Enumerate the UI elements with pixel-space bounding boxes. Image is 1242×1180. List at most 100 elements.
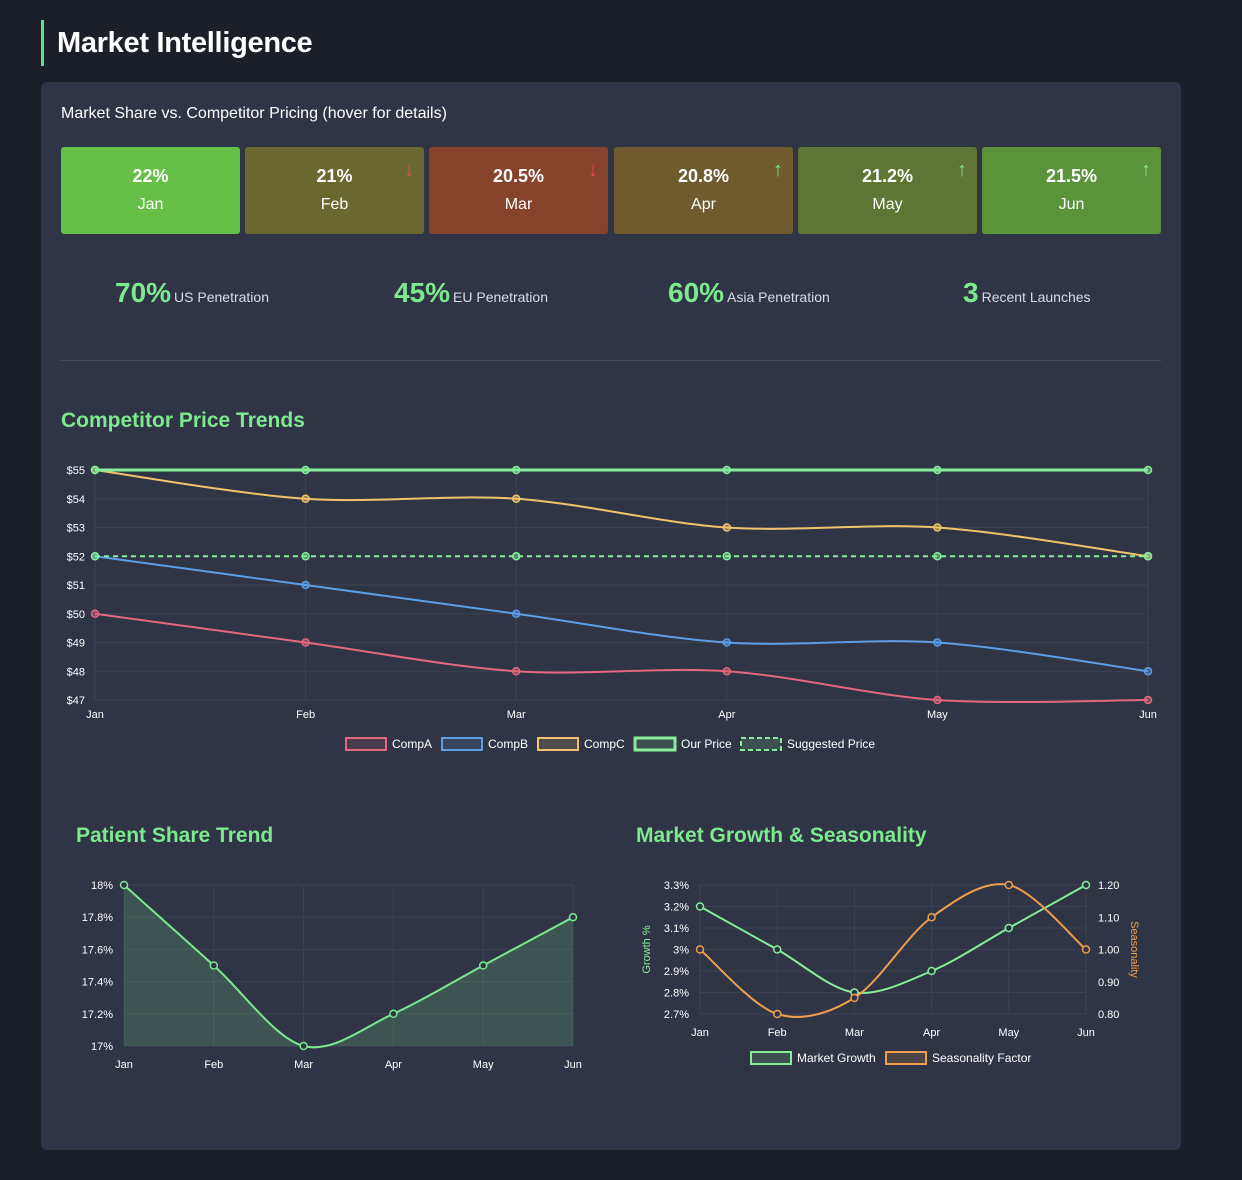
page-header: Market Intelligence [41,20,313,66]
x-tick-label: Jan [86,709,104,721]
data-point [850,993,859,1003]
y-tick-label: 2.7% [664,1009,689,1021]
data-point [389,1009,398,1019]
legend-label: CompB [488,737,528,751]
legend-item[interactable] [885,1051,927,1065]
market-growth-chart [695,880,1091,1065]
x-tick-label: Jan [691,1027,709,1039]
y-tick-label: $51 [67,580,85,592]
x-tick-label: Apr [718,709,735,721]
data-point [1143,695,1153,705]
patient-share-chart [119,880,578,1051]
series-line [699,884,1087,995]
legend-item[interactable] [345,737,387,751]
x-tick-label: Feb [296,709,315,721]
data-point [722,552,732,561]
legend-item[interactable] [633,736,677,752]
y-tick-label: 3% [673,945,689,957]
y-axis-label: Growth % [641,925,653,974]
data-point [568,912,578,922]
charts-canvas[interactable]: $55$54$53$52$51$50$49$48$47Jan Feb Mar Apr M… [41,82,1181,1150]
x-tick-label: Mar [845,1027,864,1039]
y-tick-label: $54 [67,494,85,506]
series-line [94,469,1149,558]
x-tick-label: Jan [115,1059,133,1071]
data-point [511,494,521,503]
data-point [933,552,942,561]
legend-label: CompA [392,737,432,751]
series-line [94,612,1149,704]
data-point [301,494,310,503]
data-point [722,523,732,532]
data-point [299,1041,308,1051]
data-point [1143,465,1153,475]
y-tick-label: $48 [67,666,85,678]
y-tick-label: 17.8% [82,912,113,924]
data-point [301,638,310,647]
y-tick-label: 17.4% [82,977,113,989]
x-tick-label: May [473,1059,494,1071]
y-tick-label: 17.2% [82,1009,113,1021]
data-point [90,552,100,561]
data-point [933,638,942,647]
y2-tick-label: 1.00 [1098,945,1119,957]
legend-item[interactable] [537,737,579,751]
legend-label: Seasonality Factor [932,1051,1031,1065]
data-point [119,880,129,890]
data-point [1143,667,1153,676]
dashboard-panel: Market Share vs. Competitor Pricing (hov… [41,82,1181,1150]
y-tick-label: 3.3% [664,880,689,892]
y-tick-label: 17.6% [82,944,113,956]
data-point [511,552,521,561]
data-point [301,552,310,561]
data-point [90,609,100,618]
legend-label: Market Growth [797,1051,876,1065]
y-tick-label: $50 [67,609,85,621]
legend-label: Our Price [681,737,732,751]
data-point [1081,945,1091,954]
data-point [722,638,732,647]
data-point [90,465,100,475]
data-point [1143,552,1153,561]
x-tick-label: Mar [294,1059,313,1071]
price-trends-chart [90,465,1153,752]
data-point [478,961,488,970]
area-fill [124,885,573,1048]
data-point [695,902,705,911]
data-point [933,465,942,475]
legend-item[interactable] [441,737,483,751]
y2-tick-label: 0.90 [1098,977,1119,989]
x-tick-label: Mar [507,709,526,721]
legend-swatch [633,736,677,752]
x-tick-label: May [998,1027,1019,1039]
y-tick-label: 18% [91,880,113,892]
legend-item[interactable] [740,737,782,751]
data-point [927,913,936,922]
data-point [772,945,782,954]
y-tick-label: 2.8% [664,988,689,1000]
y2-tick-label: 0.80 [1098,1009,1119,1021]
data-point [927,966,936,976]
legend-item[interactable] [750,1051,792,1065]
data-point [301,465,310,475]
data-point [772,1009,782,1019]
y-tick-label: $53 [67,523,85,535]
y-tick-label: 3.1% [664,923,689,935]
data-point [1004,880,1014,890]
data-point [511,465,521,475]
legend-swatch [537,737,579,751]
legend-label: Suggested Price [787,737,875,751]
y-tick-label: $52 [67,551,85,563]
x-tick-label: May [927,709,948,721]
data-point [722,667,732,676]
y-tick-label: 17% [91,1041,113,1053]
series-line [699,883,1087,1018]
y-tick-label: 2.9% [664,966,689,978]
data-point [722,465,732,475]
x-tick-label: Apr [923,1027,940,1039]
legend-swatch [740,737,782,751]
data-point [511,609,521,618]
data-point [1081,880,1091,890]
data-point [511,667,521,676]
legend-label: CompC [584,737,625,751]
